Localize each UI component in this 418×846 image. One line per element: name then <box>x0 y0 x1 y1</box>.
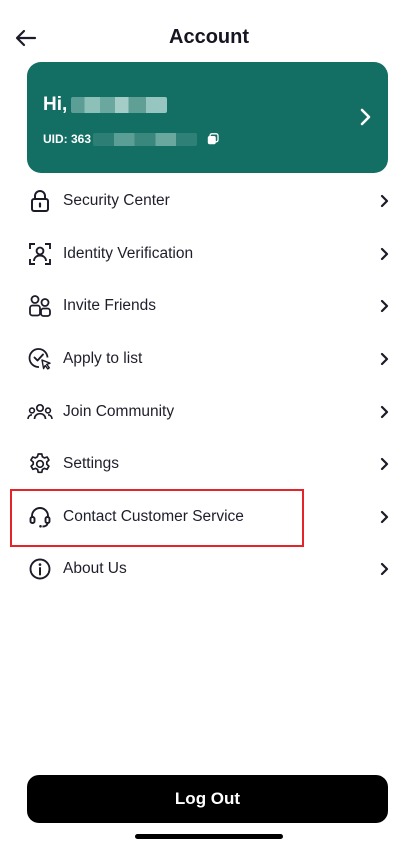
community-icon <box>27 399 53 425</box>
chevron-right-icon <box>376 298 392 314</box>
lock-icon <box>27 188 53 214</box>
header: Account <box>0 20 418 56</box>
chevron-right-icon <box>376 509 392 525</box>
menu-item-label: Security Center <box>63 192 170 210</box>
headset-icon <box>27 504 53 530</box>
chevron-right-icon <box>376 404 392 420</box>
redacted-uid <box>93 132 198 146</box>
greeting-text: Hi, <box>43 94 68 115</box>
menu-item-label: About Us <box>63 560 127 578</box>
menu-item-label: Invite Friends <box>63 297 157 315</box>
menu-item-label: Identity Verification <box>63 244 194 262</box>
redacted-username <box>71 97 168 113</box>
greeting-row: Hi, <box>43 94 168 116</box>
chevron-right-icon <box>376 246 392 262</box>
menu-item-identity-verification[interactable]: Identity Verification <box>0 228 418 281</box>
menu-item-about-us[interactable]: About Us <box>0 543 418 596</box>
copy-icon[interactable] <box>207 133 219 145</box>
page-title: Account <box>169 26 249 48</box>
check-cursor-icon <box>27 346 53 372</box>
info-icon <box>27 556 53 582</box>
chevron-right-icon <box>376 456 392 472</box>
logout-button[interactable]: Log Out <box>27 775 388 823</box>
menu-list: Security Center Identity Verification In… <box>0 175 418 596</box>
menu-item-security-center[interactable]: Security Center <box>0 175 418 228</box>
menu-item-settings[interactable]: Settings <box>0 438 418 491</box>
home-indicator <box>135 834 283 839</box>
menu-item-label: Join Community <box>63 402 175 420</box>
uid-row: UID: 363 <box>43 132 219 146</box>
menu-item-invite-friends[interactable]: Invite Friends <box>0 280 418 333</box>
menu-item-contact-customer-service[interactable]: Contact Customer Service <box>0 491 418 544</box>
chevron-right-icon <box>354 106 376 128</box>
chevron-right-icon <box>376 561 392 577</box>
menu-item-label: Settings <box>63 455 120 473</box>
menu-item-apply-to-list[interactable]: Apply to list <box>0 333 418 386</box>
face-scan-icon <box>27 241 53 267</box>
menu-item-label: Contact Customer Service <box>63 507 244 525</box>
invite-users-icon <box>27 293 53 319</box>
chevron-right-icon <box>376 351 392 367</box>
profile-card[interactable]: Hi, UID: 363 <box>27 62 388 173</box>
menu-item-join-community[interactable]: Join Community <box>0 385 418 438</box>
uid-text: UID: 363 <box>43 132 92 146</box>
chevron-right-icon <box>376 193 392 209</box>
gear-icon <box>27 451 53 477</box>
menu-item-label: Apply to list <box>63 350 143 368</box>
